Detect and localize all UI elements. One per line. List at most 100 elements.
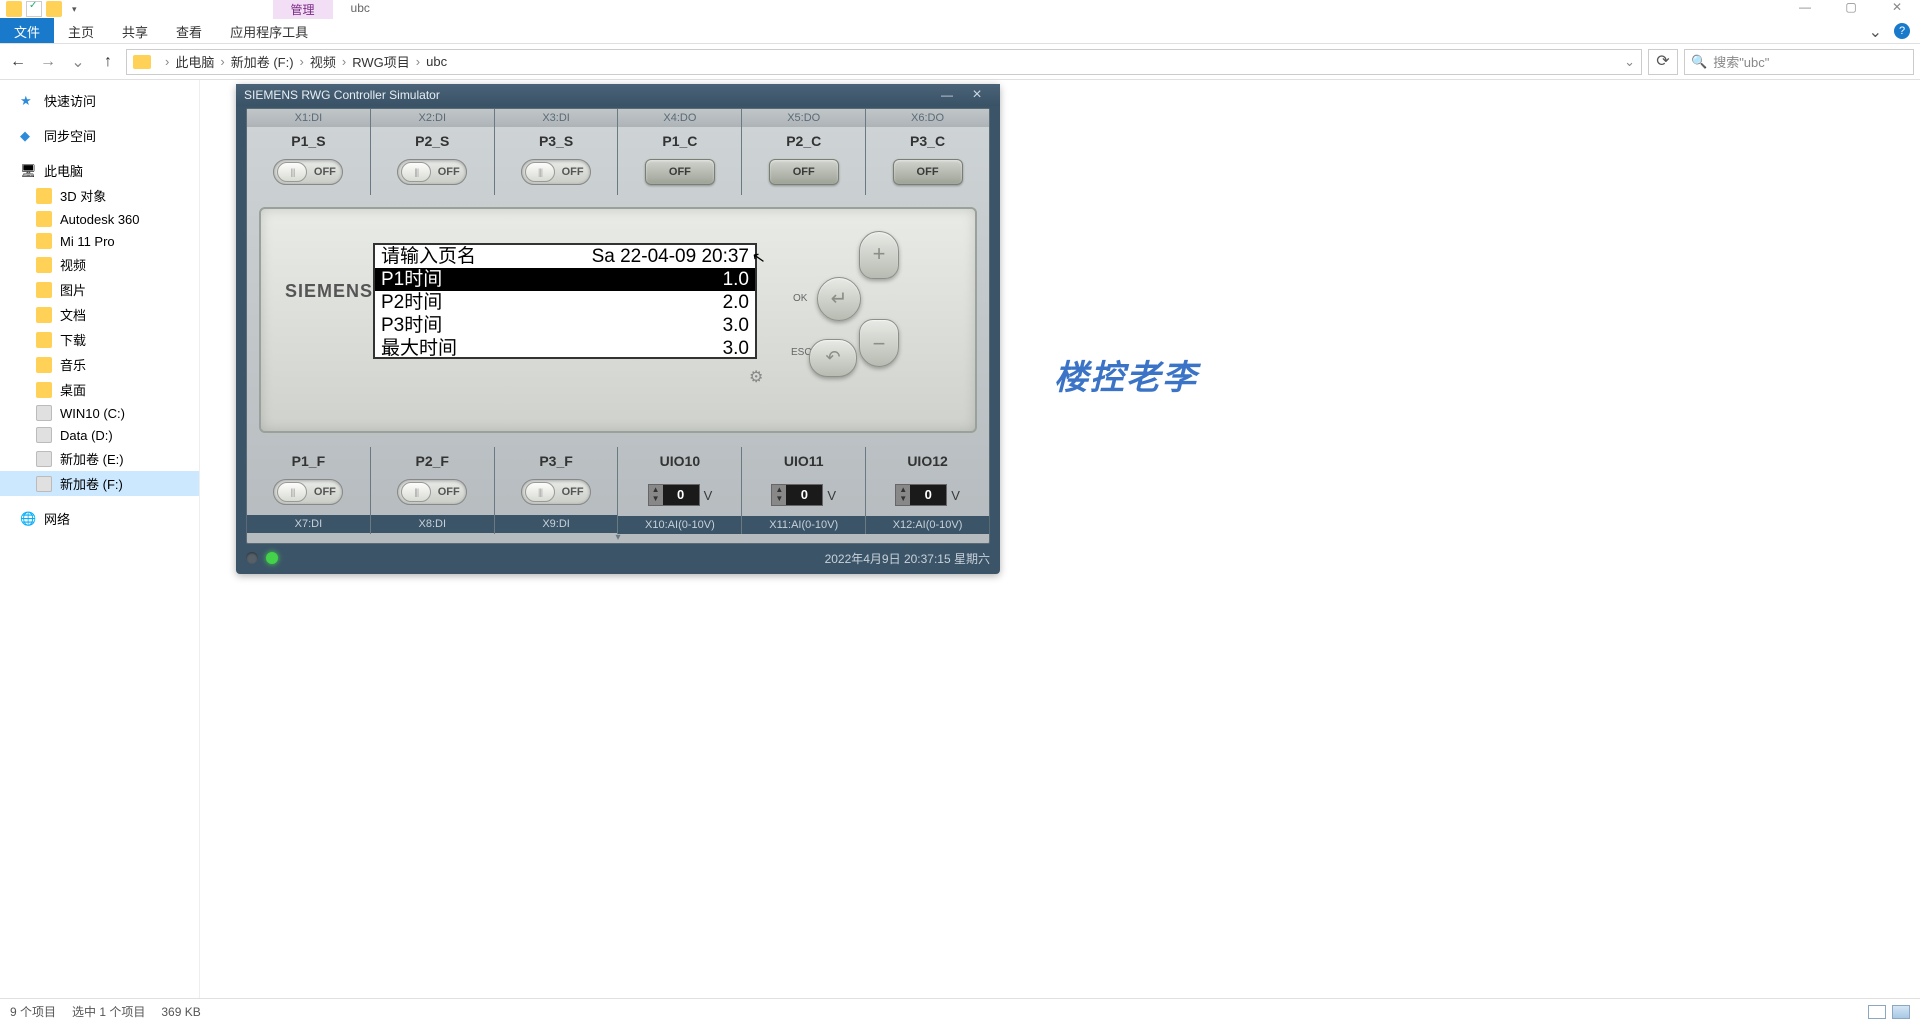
simulator-titlebar[interactable]: SIEMENS RWG Controller Simulator — ×: [236, 84, 1000, 106]
chevron-right-icon[interactable]: ›: [342, 54, 346, 69]
sidebar-item-music[interactable]: 音乐: [0, 352, 199, 377]
star-icon: [20, 93, 36, 109]
folder-icon: [36, 332, 52, 348]
sidebar-label: 3D 对象: [60, 186, 106, 205]
sidebar-item-phone[interactable]: Mi 11 Pro: [0, 230, 199, 252]
crumb-project[interactable]: RWG项目: [352, 52, 410, 71]
recent-dropdown[interactable]: ⌄: [66, 52, 90, 72]
sidebar-item-pictures[interactable]: 图片: [0, 277, 199, 302]
details-view-icon[interactable]: [1868, 1005, 1886, 1019]
thumbnails-view-icon[interactable]: [1892, 1005, 1910, 1019]
uio12-spinner[interactable]: ▲▼0V: [895, 484, 960, 506]
output-p2c[interactable]: OFF: [769, 159, 839, 185]
sidebar-this-pc[interactable]: 此电脑: [0, 158, 199, 183]
sidebar-item-drive-d[interactable]: Data (D:): [0, 424, 199, 446]
sidebar-item-3d[interactable]: 3D 对象: [0, 183, 199, 208]
toggle-p1s[interactable]: OFF: [273, 159, 343, 185]
toggle-p3f[interactable]: OFF: [521, 479, 591, 505]
stepper-arrows-icon[interactable]: ▲▼: [896, 485, 910, 505]
esc-button[interactable]: ↶: [809, 339, 857, 377]
maximize-button[interactable]: ▢: [1828, 0, 1874, 18]
sidebar-label: 下载: [60, 330, 86, 349]
ribbon-expand-icon[interactable]: ⌄: [1861, 18, 1890, 43]
crumb-drive[interactable]: 新加卷 (F:): [231, 52, 294, 71]
io-x10: UIO10 ▲▼0V X10:AI(0-10V): [618, 447, 742, 534]
sidebar-quick-access[interactable]: 快速访问: [0, 88, 199, 113]
sidebar-item-video[interactable]: 视频: [0, 252, 199, 277]
minimize-button[interactable]: —: [1782, 0, 1828, 18]
sidebar-item-drive-e[interactable]: 新加卷 (E:): [0, 446, 199, 471]
chevron-right-icon[interactable]: ›: [416, 54, 420, 69]
selection-count: 选中 1 个项目: [72, 1003, 145, 1020]
stepper-arrows-icon[interactable]: ▲▼: [649, 485, 663, 505]
address-bar[interactable]: › 此电脑 › 新加卷 (F:) › 视频 › RWG项目 › ubc ⌄: [126, 49, 1642, 75]
sidebar-sync-space[interactable]: 同步空间: [0, 123, 199, 148]
search-input[interactable]: 🔍 搜索"ubc": [1684, 49, 1914, 75]
uio10-spinner[interactable]: ▲▼0V: [648, 484, 713, 506]
back-button[interactable]: ←: [6, 53, 30, 71]
sim-close-button[interactable]: ×: [962, 86, 992, 104]
uio-value[interactable]: 0: [663, 485, 699, 505]
item-count: 9 个项目: [10, 1003, 56, 1020]
sidebar-label: 网络: [44, 509, 70, 528]
tab-share[interactable]: 共享: [108, 18, 162, 43]
toggle-p2f[interactable]: OFF: [397, 479, 467, 505]
uio11-spinner[interactable]: ▲▼0V: [771, 484, 836, 506]
new-folder-icon[interactable]: [46, 1, 62, 17]
port-label: X7:DI: [247, 515, 370, 533]
qat-dropdown-icon[interactable]: ▾: [66, 4, 83, 15]
crumb-current[interactable]: ubc: [426, 54, 447, 69]
signal-name: P3_C: [866, 127, 989, 153]
unit-label: V: [827, 488, 836, 503]
toggle-state: OFF: [431, 486, 466, 498]
crumb-pc[interactable]: 此电脑: [175, 52, 214, 71]
chevron-right-icon[interactable]: ›: [165, 54, 169, 69]
crumb-video[interactable]: 视频: [310, 52, 336, 71]
tab-home[interactable]: 主页: [54, 18, 108, 43]
toggle-state: OFF: [555, 166, 590, 178]
toggle-state: OFF: [307, 166, 342, 178]
content-pane[interactable]: SIEMENS RWG Controller Simulator — × X1:…: [200, 80, 1920, 998]
gear-icon[interactable]: ⚙: [749, 367, 763, 387]
sim-minimize-button[interactable]: —: [932, 88, 962, 102]
toggle-p1f[interactable]: OFF: [273, 479, 343, 505]
sidebar-item-downloads[interactable]: 下载: [0, 327, 199, 352]
help-icon[interactable]: ?: [1894, 23, 1910, 39]
sidebar-item-drive-f[interactable]: 新加卷 (F:): [0, 471, 199, 496]
search-placeholder: 搜索"ubc": [1713, 52, 1769, 71]
uio-value[interactable]: 0: [910, 485, 946, 505]
file-tab[interactable]: 文件: [0, 18, 54, 43]
chevron-right-icon[interactable]: ›: [220, 54, 224, 69]
sidebar-item-desktop[interactable]: 桌面: [0, 377, 199, 402]
toggle-state: OFF: [431, 166, 466, 178]
manage-context-tab[interactable]: 管理: [273, 0, 333, 19]
sidebar-item-autodesk[interactable]: Autodesk 360: [0, 208, 199, 230]
close-button[interactable]: ✕: [1874, 0, 1920, 18]
output-p3c[interactable]: OFF: [893, 159, 963, 185]
signal-name: P2_C: [742, 127, 865, 153]
down-button[interactable]: −: [859, 319, 899, 367]
toggle-p3s[interactable]: OFF: [521, 159, 591, 185]
refresh-button[interactable]: ⟳: [1648, 49, 1678, 75]
io-x9: P3_F OFF X9:DI: [495, 447, 619, 534]
up-button[interactable]: ↑: [96, 53, 120, 71]
output-p1c[interactable]: OFF: [645, 159, 715, 185]
chevron-right-icon[interactable]: ›: [300, 54, 304, 69]
tab-app-tools[interactable]: 应用程序工具: [216, 18, 322, 43]
sidebar-item-drive-c[interactable]: WIN10 (C:): [0, 402, 199, 424]
forward-button[interactable]: →: [36, 53, 60, 71]
unit-label: V: [704, 488, 713, 503]
tab-view[interactable]: 查看: [162, 18, 216, 43]
bottom-io-row: P1_F OFF X7:DI P2_F OFF X8:DI P3_F OFF: [247, 447, 989, 543]
address-history-icon[interactable]: ⌄: [1624, 54, 1635, 70]
drive-icon: [36, 405, 52, 421]
sidebar-network[interactable]: 网络: [0, 506, 199, 531]
stepper-arrows-icon[interactable]: ▲▼: [772, 485, 786, 505]
port-label: X10:AI(0-10V): [618, 516, 741, 534]
toggle-p2s[interactable]: OFF: [397, 159, 467, 185]
ok-button[interactable]: ↵: [817, 277, 861, 321]
uio-value[interactable]: 0: [786, 485, 822, 505]
sidebar-item-documents[interactable]: 文档: [0, 302, 199, 327]
properties-icon[interactable]: [26, 1, 42, 17]
up-button[interactable]: +: [859, 231, 899, 279]
